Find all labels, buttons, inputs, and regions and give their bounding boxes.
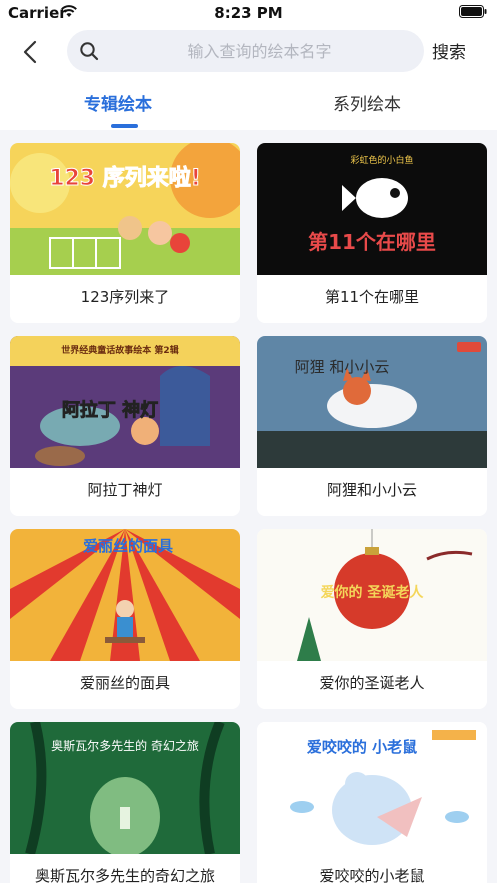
cover-subtitle: 彩虹色的小白鱼 [350,154,413,166]
clock: 8:23 PM [214,4,283,22]
search-box[interactable] [67,30,424,72]
book-card[interactable]: 爱你的 圣诞老人 爱你的圣诞老人 [257,529,487,709]
book-title: 爱丽丝的面具 [79,674,170,692]
book-title: 爱你的圣诞老人 [319,674,425,692]
book-cover: 世界经典童话故事绘本 第2辑 阿拉丁 神灯 [10,336,240,468]
book-grid: 123 序列来啦! 123序列来了 彩虹色的小白鱼 第11个在哪里 第11个在哪… [0,130,497,883]
book-card[interactable]: 世界经典童话故事绘本 第2辑 阿拉丁 神灯 阿拉丁神灯 [10,336,240,516]
book-cover: 阿狸 和小小云 [257,336,487,468]
cover-title: 阿拉丁 神灯 [62,399,158,421]
book-cover: 爱你的 圣诞老人 [257,529,487,661]
cover-title: 123 序列来啦! [49,165,201,191]
book-cover: 奥斯瓦尔多先生的 奇幻之旅 [10,722,240,854]
tab-bar: 专辑绘本 系列绘本 [0,78,497,130]
book-cover: 爱咬咬的 小老鼠 [257,722,487,854]
cover-title: 奥斯瓦尔多先生的 奇幻之旅 [51,738,199,753]
book-title: 爱咬咬的小老鼠 [319,867,425,883]
book-card[interactable]: 爱咬咬的 小老鼠 爱咬咬的小老鼠 [257,722,487,883]
cover-series: 世界经典童话故事绘本 第2辑 [61,344,178,356]
active-tab-indicator [111,124,138,128]
cover-title: 爱你的 圣诞老人 [321,584,425,601]
book-card[interactable]: 123 序列来啦! 123序列来了 [10,143,240,323]
book-title: 第11个在哪里 [324,288,420,306]
book-title: 奥斯瓦尔多先生的奇幻之旅 [34,867,215,883]
status-bar: Carrier 8:23 PM [0,0,497,26]
chevron-left-icon [23,40,37,64]
search-icon [80,42,99,61]
book-card[interactable]: 奥斯瓦尔多先生的 奇幻之旅 奥斯瓦尔多先生的奇幻之旅 [10,722,240,883]
book-cover: 123 序列来啦! [10,143,240,275]
book-title: 123序列来了 [80,288,170,306]
back-button[interactable] [14,36,46,68]
book-card[interactable]: 爱丽丝的面具 爱丽丝的面具 [10,529,240,709]
cover-title: 阿狸 和小小云 [295,358,390,376]
book-cover: 爱丽丝的面具 [10,529,240,661]
book-title: 阿狸和小小云 [326,481,417,499]
tab-album-books[interactable]: 专辑绘本 [84,90,152,115]
cover-title: 爱咬咬的 小老鼠 [307,738,417,756]
book-card[interactable]: 阿狸 和小小云 阿狸和小小云 [257,336,487,516]
header: 搜索 [0,26,497,78]
battery-icon [459,5,487,18]
tab-series-books[interactable]: 系列绘本 [333,90,401,115]
book-cover: 彩虹色的小白鱼 第11个在哪里 [257,143,487,275]
book-title: 阿拉丁神灯 [87,481,163,499]
cover-title: 爱丽丝的面具 [83,537,173,555]
search-button[interactable]: 搜索 [432,38,466,63]
book-card[interactable]: 彩虹色的小白鱼 第11个在哪里 第11个在哪里 [257,143,487,323]
search-input[interactable] [107,30,412,72]
cover-title: 第11个在哪里 [308,230,436,254]
